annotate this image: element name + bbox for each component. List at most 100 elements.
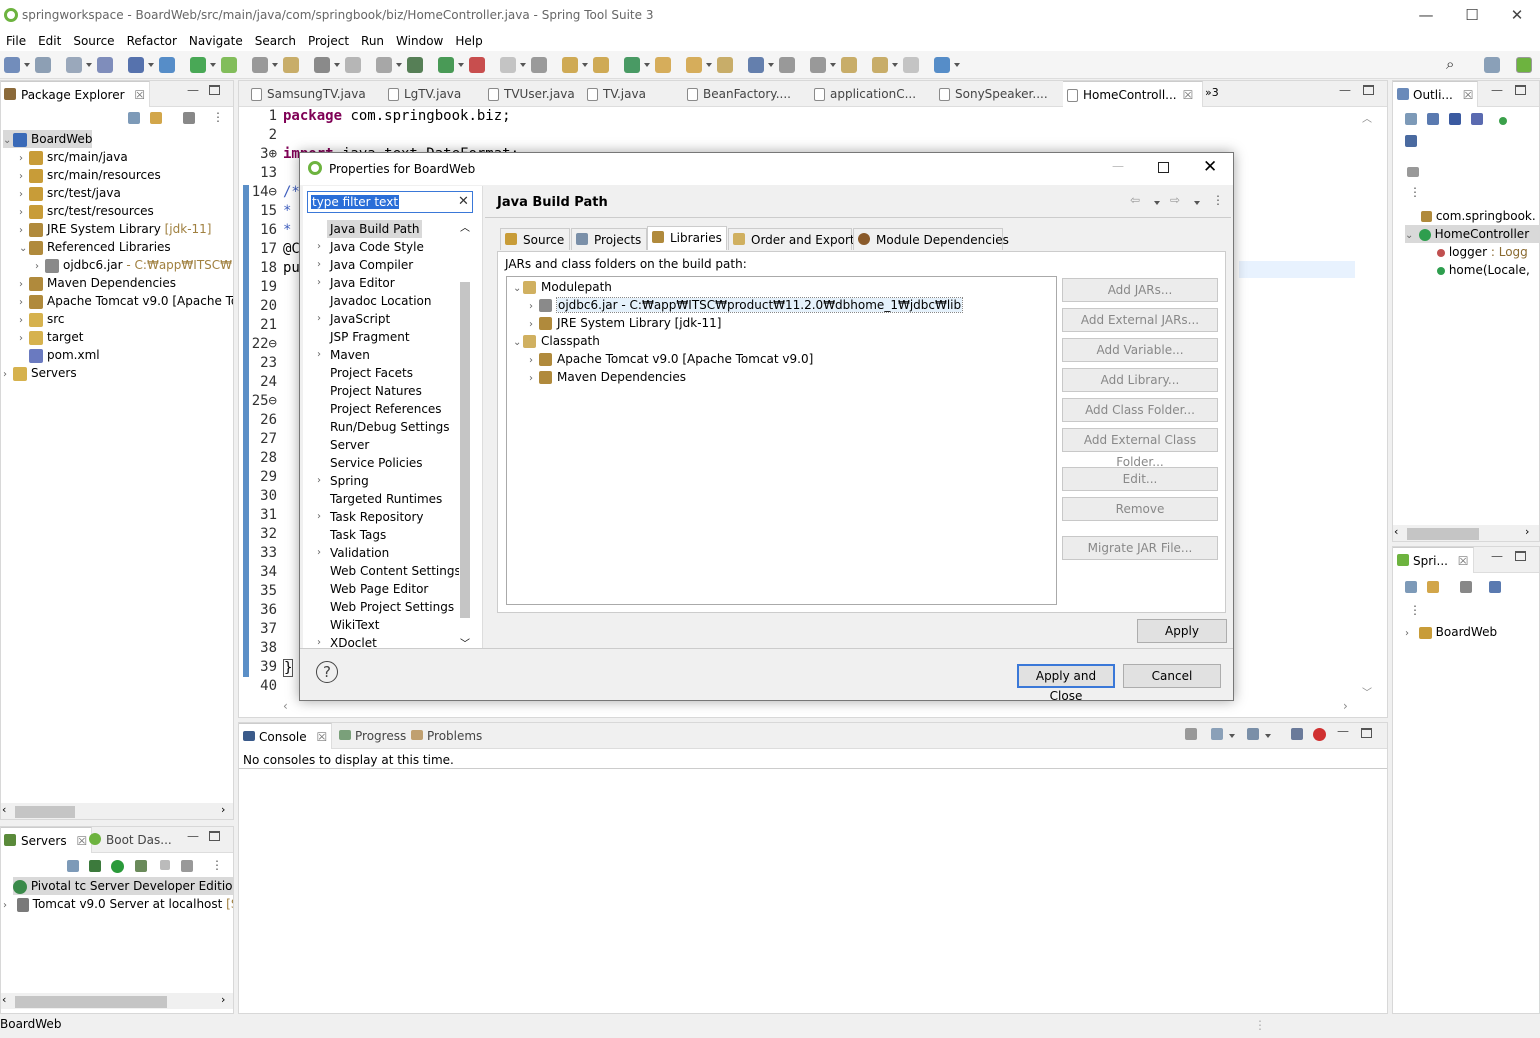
dropdown-arrow-icon[interactable] — [830, 63, 836, 67]
tree-item-referenced-libraries[interactable]: ⌄ Referenced Libraries — [19, 238, 171, 256]
nav-jsp-fragment[interactable]: JSP Fragment — [330, 328, 410, 346]
tree-item-src-test-java[interactable]: › src/test/java — [19, 184, 121, 202]
tree-item-target[interactable]: › target — [19, 328, 84, 346]
tab-order-export[interactable]: Order and Export — [728, 228, 855, 250]
tab-package-explorer[interactable]: Package Explorer ☒ — [1, 81, 151, 107]
migrate-jar-file-button[interactable]: Migrate JAR File... — [1062, 536, 1218, 560]
minimize-view-icon[interactable]: — — [1337, 724, 1349, 738]
page-menu-icon[interactable]: ⋮ — [1212, 193, 1224, 207]
tab-libraries[interactable]: Libraries — [647, 226, 727, 250]
editor-tab-tvuser-java[interactable]: TVUser.java — [484, 81, 581, 107]
nav-spring[interactable]: Spring — [330, 472, 369, 490]
close-icon[interactable]: ☒ — [316, 730, 327, 744]
collapse-icon[interactable]: ⌄ — [513, 280, 523, 298]
expand-icon[interactable]: › — [317, 472, 327, 490]
expand-icon[interactable]: › — [317, 310, 327, 328]
dropdown-arrow-icon[interactable] — [1265, 734, 1271, 738]
scrollbar-thumb[interactable] — [1407, 528, 1479, 540]
maximize-view-icon[interactable] — [1363, 85, 1374, 95]
scroll-left-icon[interactable]: ‹ — [283, 699, 288, 713]
expand-icon[interactable]: › — [317, 346, 327, 364]
build-icon[interactable] — [314, 57, 330, 73]
dropdown-arrow-icon[interactable] — [24, 63, 30, 67]
add-variable-button[interactable]: Add Variable... — [1062, 338, 1218, 362]
remove-button[interactable]: Remove — [1062, 497, 1218, 521]
horizontal-scrollbar[interactable]: ‹ › — [1, 803, 233, 819]
build-path-entry-ojdbc6-jar-c-app-itsc-product-11-2-0-dbh[interactable]: › ojdbc6.jar - C:₩app₩ITSC₩product₩11.2.0… — [529, 296, 964, 314]
lightning-icon[interactable] — [283, 57, 299, 73]
sort-icon[interactable] — [1489, 581, 1501, 593]
expand-icon[interactable]: › — [317, 238, 327, 256]
nav-project-references[interactable]: Project References — [330, 400, 442, 418]
view-menu-icon[interactable]: ⋮ — [211, 858, 223, 872]
menu-refactor[interactable]: Refactor — [121, 31, 183, 51]
menu-edit[interactable]: Edit — [32, 31, 67, 51]
minimize-view-icon[interactable]: — — [1491, 549, 1503, 563]
horizontal-scrollbar[interactable]: ‹ › — [1, 993, 233, 1009]
build-path-entry-modulepath[interactable]: ⌄ Modulepath — [513, 278, 612, 296]
maximize-view-icon[interactable] — [209, 831, 220, 841]
filter-input[interactable]: type filter text — [311, 195, 400, 209]
tab-problems[interactable]: Problems — [407, 723, 486, 749]
dropdown-arrow-icon[interactable] — [1229, 734, 1235, 738]
code-line[interactable]: package com.springbook.biz; — [283, 108, 511, 124]
filters-icon[interactable] — [1460, 581, 1472, 593]
view-menu-icon[interactable]: ⋮ — [1409, 603, 1421, 617]
dropdown-arrow-icon[interactable] — [458, 63, 464, 67]
view-menu-icon[interactable]: ⋮ — [1409, 185, 1421, 199]
close-icon[interactable]: ☒ — [134, 88, 145, 102]
minimize-view-icon[interactable]: — — [187, 83, 199, 97]
scroll-right-icon[interactable]: › — [1525, 525, 1529, 538]
dropdown-arrow-icon[interactable] — [768, 63, 774, 67]
editor-tab-sonyspeaker[interactable]: SonySpeaker.... — [935, 81, 1061, 107]
menu-source[interactable]: Source — [67, 31, 120, 51]
horizontal-scrollbar[interactable]: ‹ › — [1393, 525, 1539, 541]
nav-maven[interactable]: Maven — [330, 346, 370, 364]
nav-java-code-style[interactable]: Java Code Style — [330, 238, 424, 256]
collapse-all-icon[interactable] — [1405, 113, 1417, 125]
editor-tab-lgtv-java[interactable]: LgTV.java — [384, 81, 482, 107]
code-line[interactable]: @C — [283, 241, 300, 257]
close-icon[interactable]: ☒ — [1183, 88, 1194, 102]
pin-console-icon[interactable] — [1185, 728, 1197, 740]
edit-button[interactable]: Edit... — [1062, 467, 1218, 491]
nav-task-repository[interactable]: Task Repository — [330, 508, 424, 526]
build-path-entry-apache-tomcat-v9-0-apache-tomcat-v9-0[interactable]: › Apache Tomcat v9.0 [Apache Tomcat v9.0] — [529, 350, 813, 368]
pin-editor-icon[interactable] — [934, 57, 950, 73]
nav-java-editor[interactable]: Java Editor — [330, 274, 395, 292]
minimize-view-icon[interactable]: — — [1491, 83, 1503, 97]
display-console-icon[interactable] — [1211, 728, 1223, 740]
editor-hscrollbar[interactable]: ‹ › — [283, 699, 1359, 715]
maximize-view-icon[interactable] — [1515, 85, 1526, 95]
tab-spring-explorer[interactable]: Spri... ☒ — [1393, 547, 1474, 573]
menu-run[interactable]: Run — [355, 31, 390, 51]
close-icon[interactable]: ☒ — [1458, 554, 1469, 568]
dialog-close-icon[interactable]: ✕ — [1203, 157, 1217, 177]
profile-server-icon[interactable] — [135, 860, 147, 872]
link-with-editor-icon[interactable] — [1427, 581, 1439, 593]
tree-item-ojdbc6-jar[interactable]: ›ojdbc6.jar - C:₩app₩ITSC₩prc — [35, 256, 233, 274]
nav-web-project-settings[interactable]: Web Project Settings — [330, 598, 454, 616]
refresh-icon[interactable] — [221, 57, 237, 73]
toggle-mark-icon[interactable] — [252, 57, 268, 73]
editor-tab-beanfactory[interactable]: BeanFactory.... — [683, 81, 808, 107]
code-line[interactable]: * — [283, 203, 291, 219]
scrollbar-thumb[interactable] — [460, 282, 470, 618]
skip-breakpoints-icon[interactable] — [159, 57, 175, 73]
view-menu-icon[interactable]: ⋮ — [212, 110, 224, 124]
build-path-entry-maven-dependencies[interactable]: › Maven Dependencies — [529, 368, 686, 386]
expand-icon[interactable]: › — [317, 274, 327, 292]
clear-console-icon[interactable] — [1291, 728, 1303, 740]
nav-validation[interactable]: Validation — [330, 544, 389, 562]
outline-field[interactable]: logger : Logg — [1437, 243, 1539, 261]
code-line[interactable]: * — [283, 222, 291, 238]
scroll-up-icon[interactable]: ︿ — [460, 219, 470, 234]
link-with-editor-icon[interactable] — [150, 112, 162, 124]
start-server-icon[interactable] — [111, 860, 124, 873]
minimize-button[interactable]: — — [1403, 0, 1449, 31]
scroll-right-icon[interactable]: › — [221, 803, 225, 816]
scroll-up-icon[interactable]: ︿ — [1362, 110, 1372, 125]
open-task-icon[interactable] — [686, 57, 702, 73]
collapse-all-icon[interactable] — [1405, 581, 1417, 593]
close-icon[interactable]: ☒ — [1463, 88, 1474, 102]
